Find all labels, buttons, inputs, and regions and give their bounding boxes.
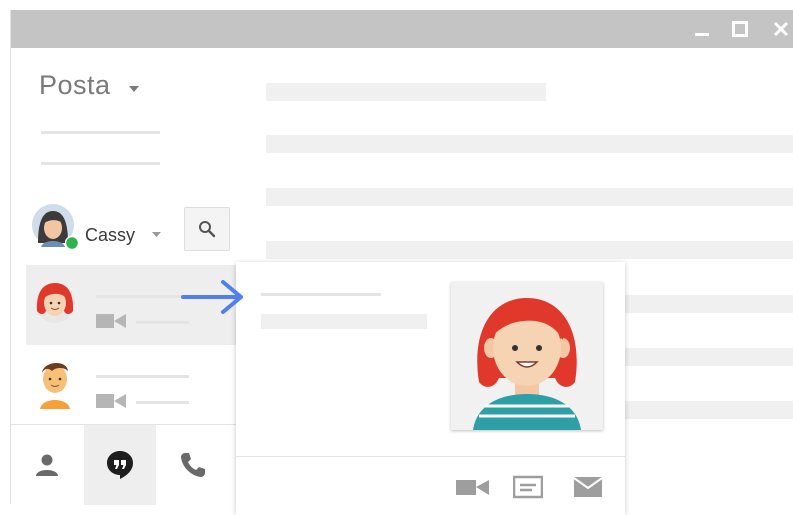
- tab-phone[interactable]: [157, 425, 229, 505]
- placeholder-bar: [625, 401, 793, 419]
- placeholder-bar: [266, 135, 793, 153]
- bottom-tab-bar: [11, 424, 236, 505]
- tab-hangouts[interactable]: [84, 425, 156, 505]
- placeholder-bar: [266, 188, 793, 206]
- red-haired-girl-portrait: [451, 282, 603, 430]
- portrait-image: [473, 298, 581, 430]
- search-button[interactable]: [184, 207, 230, 251]
- placeholder-bar: [266, 241, 793, 259]
- phone-icon: [181, 453, 205, 477]
- email-icon[interactable]: [573, 476, 603, 498]
- message-icon[interactable]: [513, 475, 543, 499]
- placeholder-bar: [625, 348, 793, 366]
- video-icon: [96, 314, 126, 328]
- red-haired-girl-avatar: [35, 283, 75, 323]
- boy-avatar: [40, 362, 70, 409]
- mail-title[interactable]: Posta: [39, 70, 111, 101]
- placeholder-line: [41, 131, 160, 134]
- placeholder-line: [96, 295, 189, 298]
- placeholder-line: [41, 162, 160, 165]
- tab-contacts[interactable]: [11, 425, 83, 505]
- placeholder-line: [261, 293, 381, 296]
- contact-hover-card: [236, 262, 625, 515]
- placeholder-line: [96, 375, 189, 378]
- search-icon: [199, 221, 216, 238]
- list-item[interactable]: [26, 345, 236, 425]
- title-bar: [11, 10, 793, 48]
- caret-down-icon[interactable]: [129, 86, 139, 94]
- arrow-right-icon: [181, 280, 243, 314]
- minimize-icon[interactable]: [687, 10, 717, 48]
- placeholder-line: [136, 321, 189, 324]
- placeholder-line: [136, 401, 189, 404]
- hangouts-icon: [107, 451, 133, 479]
- video-icon: [96, 394, 126, 408]
- maximize-icon[interactable]: [725, 10, 755, 48]
- placeholder-bar: [266, 83, 546, 101]
- person-icon: [36, 454, 58, 476]
- placeholder-bar: [261, 314, 427, 329]
- online-status-icon: [65, 236, 79, 250]
- video-call-icon[interactable]: [456, 477, 490, 497]
- placeholder-bar: [625, 295, 793, 313]
- caret-down-icon[interactable]: [152, 232, 161, 238]
- close-icon[interactable]: [766, 10, 793, 48]
- card-action-bar: [236, 456, 625, 515]
- app-window: Posta Cassy: [10, 10, 793, 515]
- user-name[interactable]: Cassy: [85, 225, 135, 246]
